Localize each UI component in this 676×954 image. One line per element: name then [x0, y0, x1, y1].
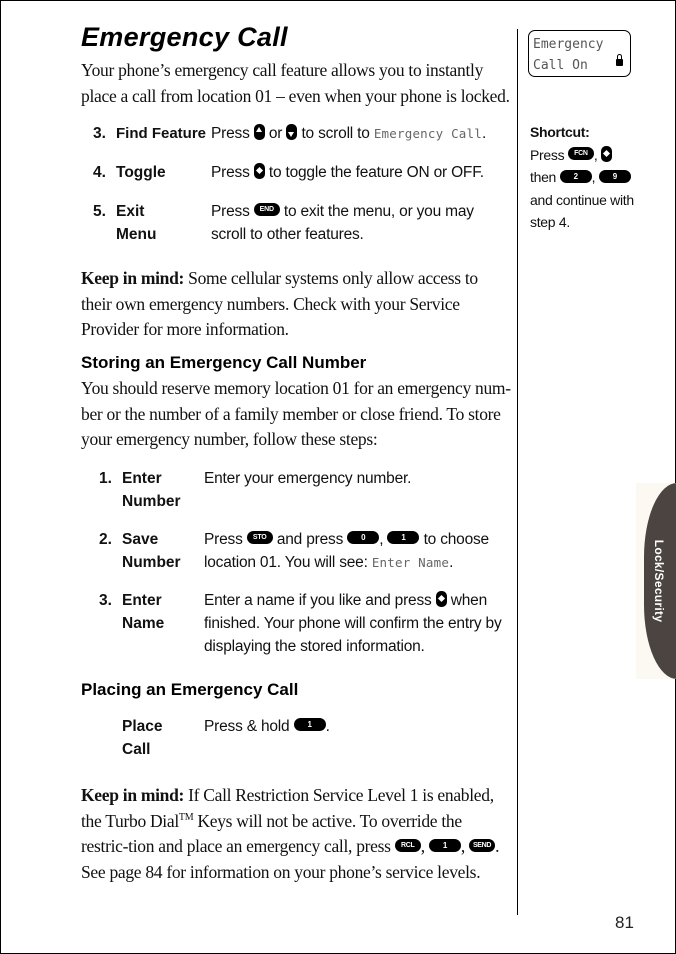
step-label: Enter Name [122, 589, 164, 635]
label-line: Number [122, 554, 181, 571]
step-label: Toggle [116, 164, 166, 181]
desc-text: and press [276, 531, 344, 548]
desc-text: Press [204, 531, 243, 548]
label-line: Save [122, 531, 159, 548]
note-lead: Keep in mind: [81, 268, 185, 288]
step-number: 3. [99, 592, 112, 609]
placing-heading: Placing an Emergency Call [81, 680, 299, 699]
step-label: Exit Menu [116, 200, 156, 246]
select-key-icon [253, 162, 265, 179]
shortcut-text: and continue with step 4. [530, 191, 634, 231]
column-divider [517, 29, 518, 915]
step-number: 3. [93, 125, 106, 142]
lcd-display-illustration: Emergency Call On [528, 30, 631, 77]
key-1-icon: 1 [387, 531, 420, 545]
lcd-line: Emergency [533, 37, 604, 52]
desc-text: to scroll to [301, 125, 370, 142]
fcn-key-icon: FCN [567, 147, 594, 161]
desc-text: Press & hold [204, 718, 290, 735]
rcl-key-icon: RCL [394, 839, 421, 853]
lcd-text: Emergency Call [373, 126, 482, 141]
label-line: Enter [122, 470, 162, 487]
page-title: Emergency Call [81, 22, 288, 52]
desc-text: Press [211, 203, 250, 220]
down-arrow-key-icon [286, 123, 298, 140]
keep-in-mind-note-2: Keep in mind: If Call Restriction Servic… [81, 785, 500, 882]
desc-text: or [268, 125, 283, 142]
key-2-icon: 2 [559, 169, 592, 183]
step-description: Enter a name if you like and press when … [204, 589, 506, 658]
desc-text: . [325, 718, 330, 735]
key-9-icon: 9 [598, 169, 631, 183]
desc-text: . [449, 554, 454, 571]
shortcut-text: Press [530, 146, 565, 163]
step-number: 4. [93, 164, 106, 181]
step-description: Press & hold 1. [204, 715, 330, 738]
desc-text: Press [211, 164, 250, 181]
step-label: Save Number [122, 528, 181, 574]
step-description: Press to toggle the feature ON or OFF. [211, 161, 484, 184]
storing-paragraph: You should reserve memory location 01 fo… [81, 378, 511, 449]
step-number: 5. [93, 203, 106, 220]
section-tab-label: Lock/Security [652, 539, 666, 623]
label-line: Number [122, 493, 181, 510]
label-line: Enter [122, 592, 162, 609]
up-arrow-key-icon [253, 123, 265, 140]
storing-heading: Storing an Emergency Call Number [81, 353, 367, 372]
step-number: 1. [99, 470, 112, 487]
step-description: Press STO and press 0, 1 to choose locat… [204, 531, 489, 571]
key-0-icon: 0 [347, 531, 380, 545]
step-description: Enter your emergency number. [204, 470, 412, 487]
step-label: Enter Number [122, 467, 181, 513]
manual-page: Emergency Call Your phone’s emergency ca… [0, 0, 676, 954]
lcd-text: Enter Name [371, 555, 450, 570]
desc-text: . [481, 125, 487, 142]
shortcut-text: then [530, 169, 557, 185]
desc-text: Enter a name if you like and press [204, 592, 432, 609]
key-1-icon: 1 [428, 839, 461, 853]
end-key-icon: END [253, 203, 280, 217]
step-number: 2. [99, 531, 112, 548]
keep-in-mind-note: Keep in mind: Some cellular systems only… [81, 266, 511, 343]
step-label: Place Call [122, 715, 163, 761]
label-line: Call [122, 741, 151, 758]
key-1-icon: 1 [293, 718, 326, 732]
desc-text: Press [211, 125, 250, 142]
select-key-icon [601, 145, 613, 162]
step-description: Press END to exit the menu, or you may s… [211, 200, 491, 246]
desc-text: to exit the menu, or you may scroll to o… [211, 203, 474, 243]
label-line: Place [122, 718, 163, 735]
select-key-icon [435, 590, 447, 607]
page-number: 81 [615, 913, 634, 932]
send-key-icon: SEND [469, 839, 496, 853]
shortcut-lead: Shortcut: [530, 124, 590, 140]
lock-icon [616, 54, 623, 66]
desc-text: to toggle the feature ON or OFF. [268, 164, 484, 181]
note-lead: Keep in mind: [81, 785, 185, 805]
step-description: Press or to scroll to Emergency Call. [211, 122, 486, 145]
label-line: Exit [116, 203, 145, 220]
shortcut-note: Shortcut: Press FCN, then 2, 9 and conti… [530, 124, 634, 231]
label-line: Menu [116, 226, 157, 243]
trademark-symbol: TM [178, 811, 194, 823]
intro-paragraph: Your phone’s emergency call feature allo… [81, 60, 510, 106]
step-label: Find Feature [116, 125, 207, 142]
label-line: Name [122, 615, 165, 632]
sto-key-icon: STO [246, 531, 273, 545]
